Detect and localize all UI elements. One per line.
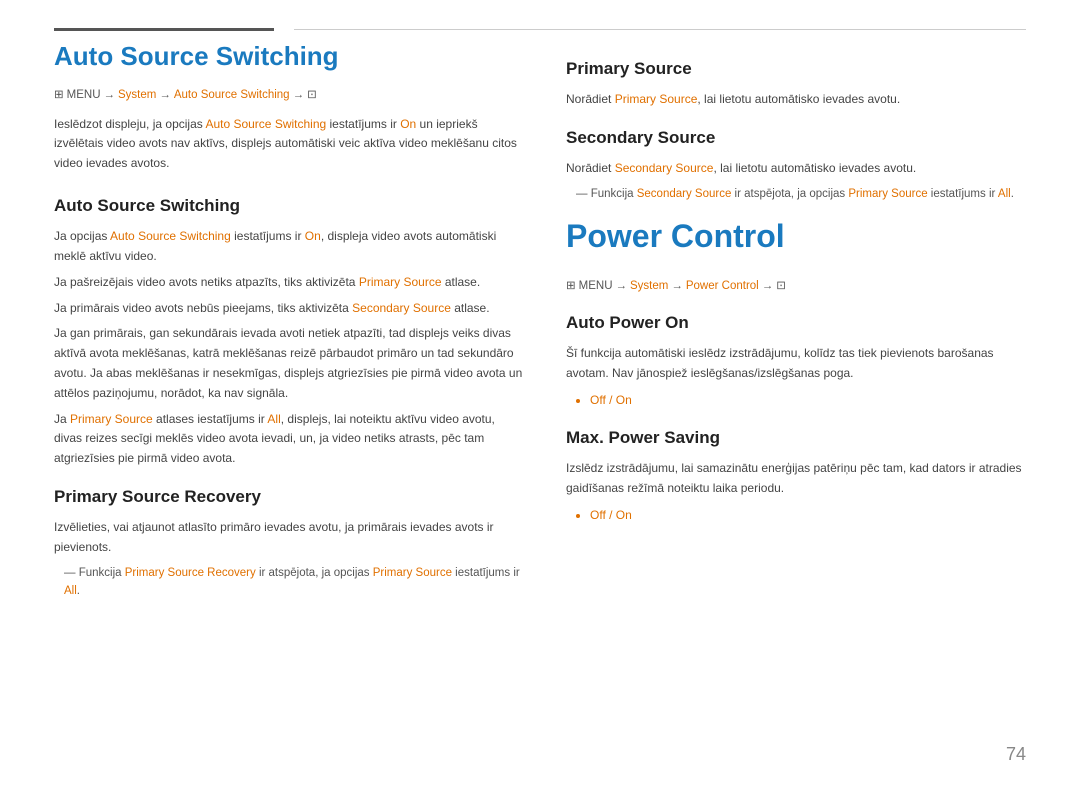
top-bar-left-line [54, 28, 274, 31]
menu-icon-power: ⊞ [566, 277, 576, 295]
left-column: Auto Source Switching ⊞ MENU → System → … [54, 41, 526, 604]
menu-path-left: ⊞ MENU → System → Auto Source Switching … [54, 86, 526, 104]
top-bar [0, 28, 1080, 31]
intro-text: Ieslēdzot displeju, ja opcijas Auto Sour… [54, 115, 526, 174]
section-auto-source-p2: Ja pašreizējais video avots netiks atpaz… [54, 273, 526, 293]
section-primary-recovery-note: Funkcija Primary Source Recovery ir atsp… [54, 564, 526, 601]
auto-power-on-bullet: Off / On [590, 390, 1026, 410]
auto-power-on-title: Auto Power On [566, 309, 1026, 336]
menu-path-power: ⊞ MENU → System → Power Control → ⊡ [566, 277, 1026, 295]
auto-power-on-text: Šī funkcija automātiski ieslēdz izstrādā… [566, 344, 1026, 384]
section-auto-source-p4: Ja gan primārais, gan sekundārais ievada… [54, 324, 526, 403]
max-power-saving-bullet: Off / On [590, 505, 1026, 525]
section-primary-recovery-text: Izvēlieties, vai atjaunot atlasīto primā… [54, 518, 526, 558]
content-wrapper: Auto Source Switching ⊞ MENU → System → … [0, 41, 1080, 604]
secondary-source-note: Funkcija Secondary Source ir atspējota, … [566, 185, 1026, 203]
page-number: 74 [1006, 740, 1026, 769]
section-auto-source-p3: Ja primārais video avots nebūs pieejams,… [54, 299, 526, 319]
top-bar-right-line [294, 29, 1026, 30]
section-auto-source-p5: Ja Primary Source atlases iestatījums ir… [54, 410, 526, 469]
menu-icon: ⊞ [54, 86, 64, 104]
max-power-saving-list: Off / On [566, 505, 1026, 525]
primary-source-text: Norādiet Primary Source, lai lietotu aut… [566, 90, 1026, 110]
section-auto-source-p1: Ja opcijas Auto Source Switching iestatī… [54, 227, 526, 267]
auto-power-on-list: Off / On [566, 390, 1026, 410]
right-column: Primary Source Norādiet Primary Source, … [566, 41, 1026, 604]
section-auto-source-title: Auto Source Switching [54, 192, 526, 219]
secondary-source-text: Norādiet Secondary Source, lai lietotu a… [566, 159, 1026, 179]
primary-source-title: Primary Source [566, 55, 1026, 82]
section-primary-recovery-title: Primary Source Recovery [54, 483, 526, 510]
power-control-title: Power Control [566, 211, 1026, 262]
page-title: Auto Source Switching [54, 41, 526, 72]
max-power-saving-text: Izslēdz izstrādājumu, lai samazinātu ene… [566, 459, 1026, 499]
secondary-source-title: Secondary Source [566, 124, 1026, 151]
max-power-saving-title: Max. Power Saving [566, 424, 1026, 451]
